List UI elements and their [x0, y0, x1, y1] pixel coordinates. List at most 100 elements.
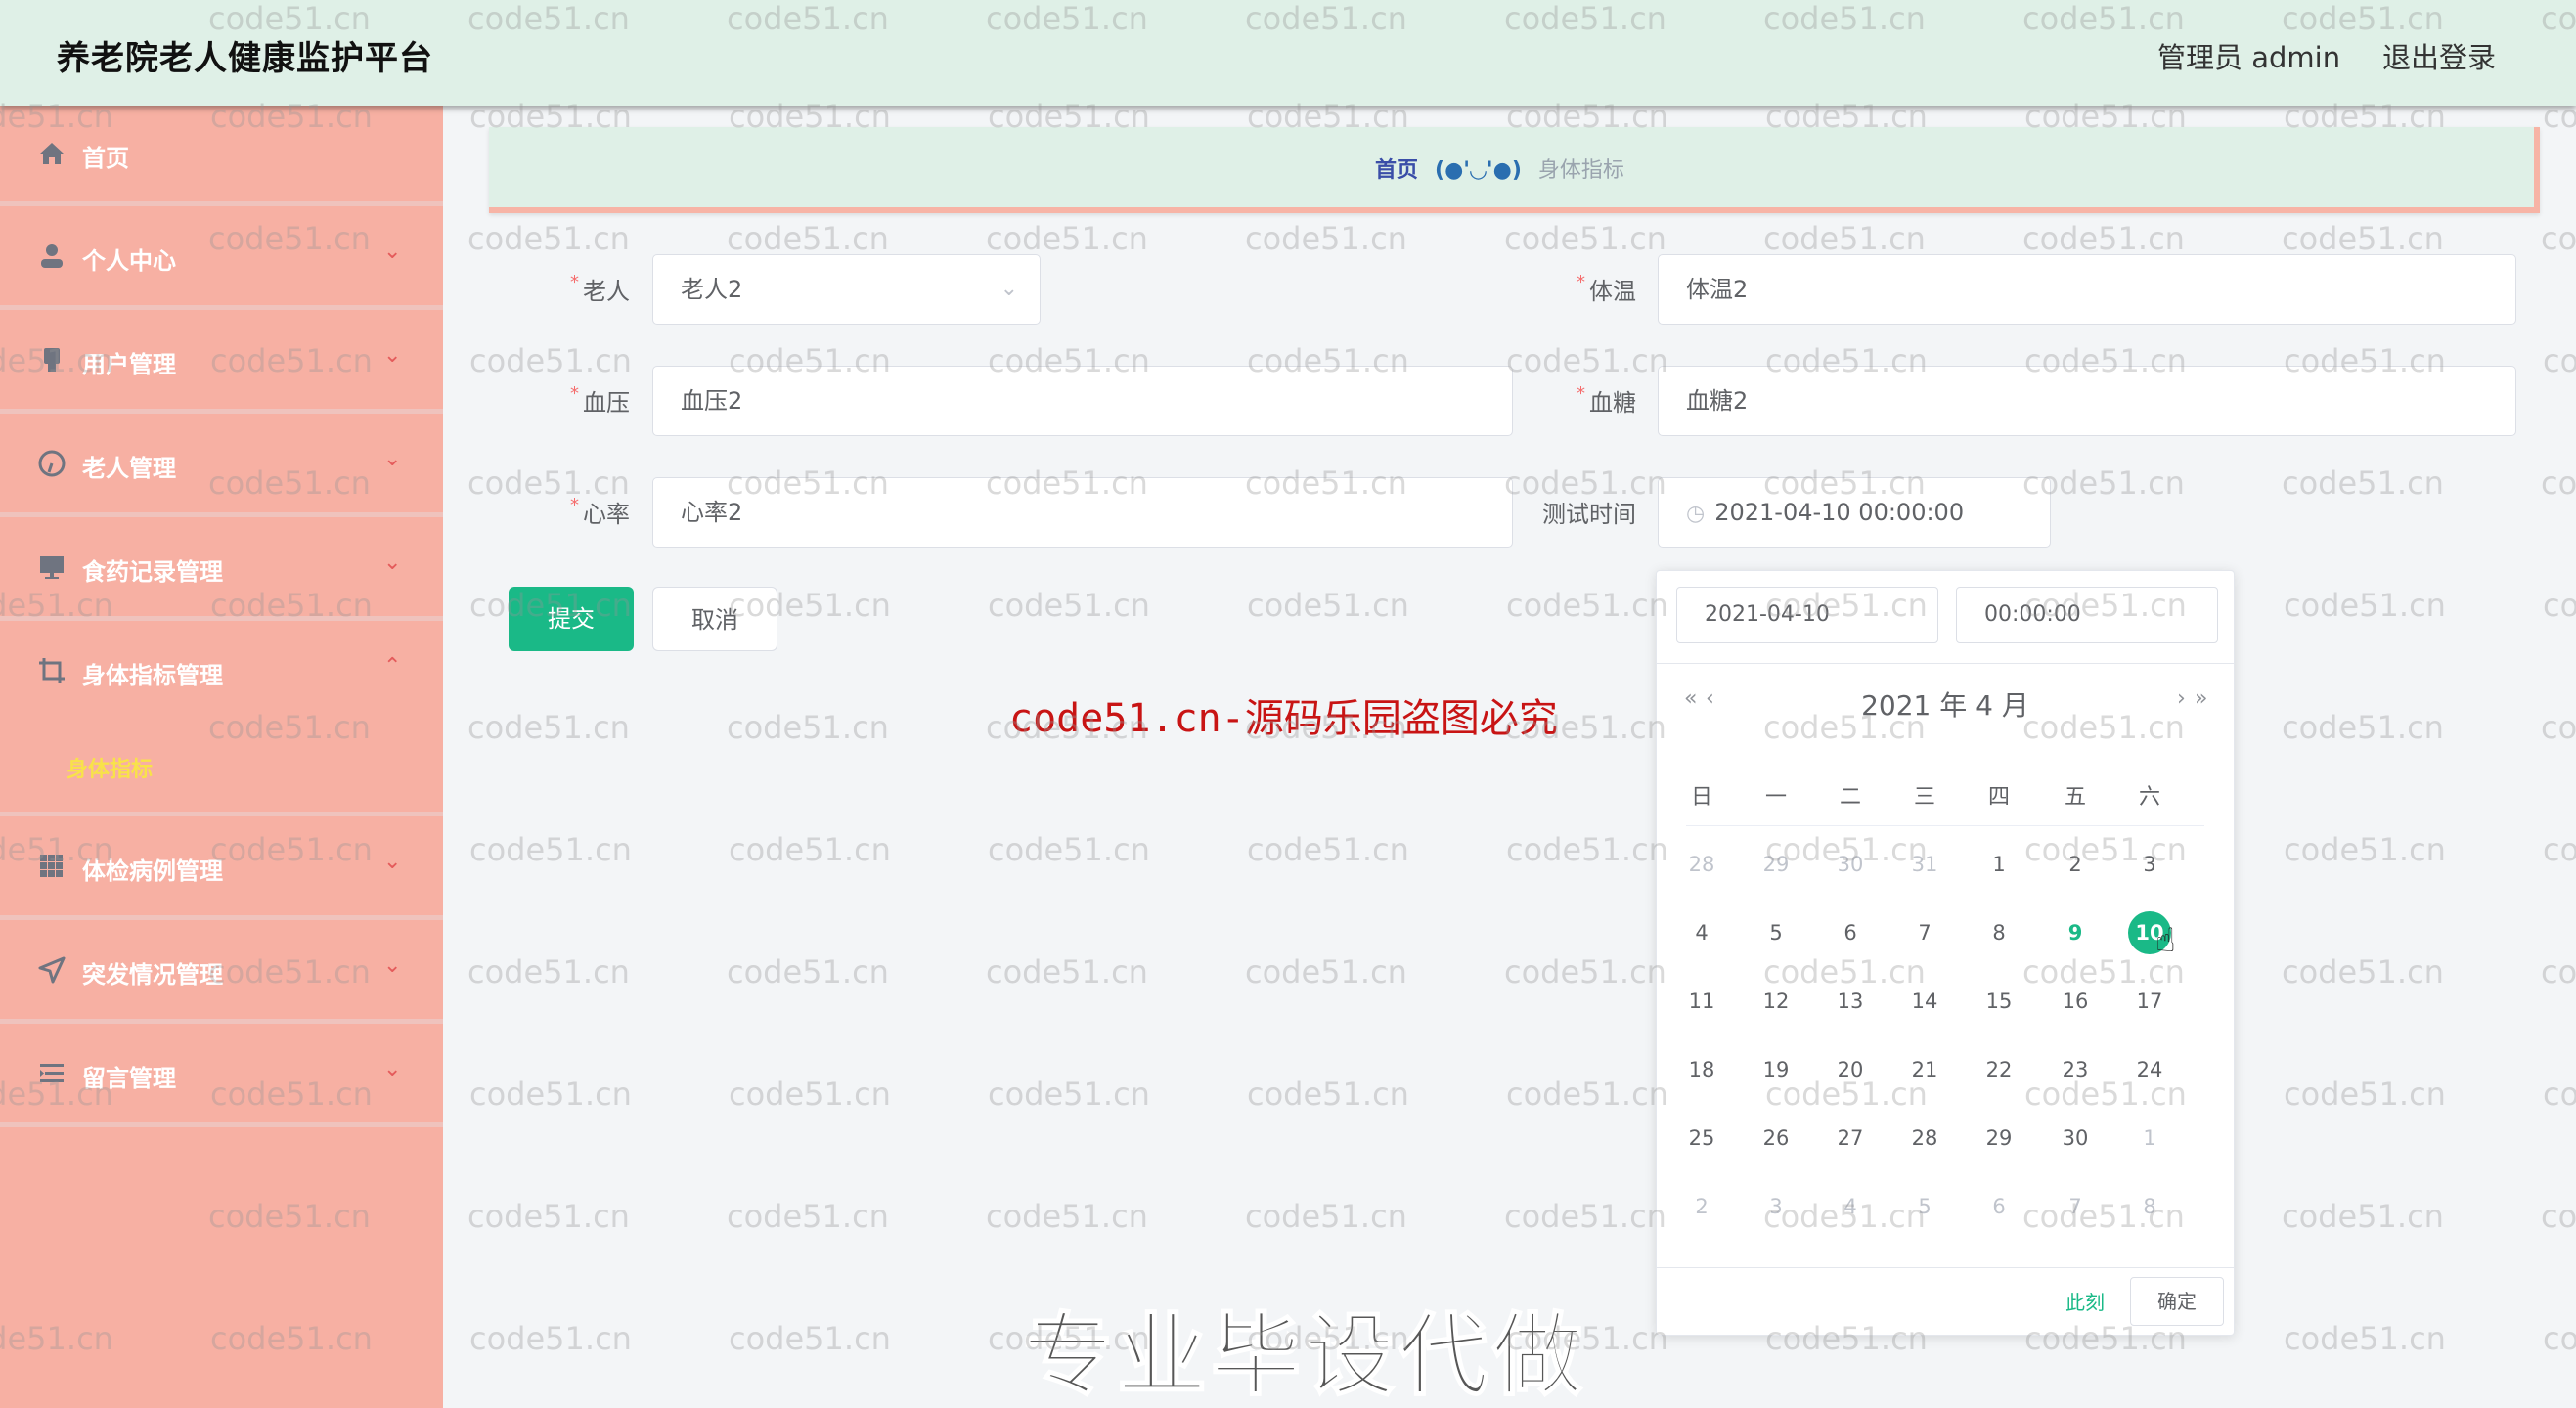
- sidebar-item-checkup-cases[interactable]: 体检病例管理 ⌄: [0, 816, 443, 920]
- list-icon: [37, 1059, 67, 1088]
- day-cell[interactable]: 14: [1903, 980, 1946, 1023]
- day-cell[interactable]: 25: [1680, 1117, 1723, 1160]
- day-cell[interactable]: 5: [1754, 911, 1798, 954]
- day-cell[interactable]: 2: [1680, 1185, 1723, 1228]
- watermark-text: code51.cn: [469, 1076, 632, 1113]
- day-cell[interactable]: 22: [1977, 1048, 2021, 1091]
- day-cell[interactable]: 28: [1903, 1117, 1946, 1160]
- day-cell[interactable]: 26: [1754, 1117, 1798, 1160]
- day-cell[interactable]: 1: [2128, 1117, 2171, 1160]
- weekday-header: 六: [2138, 785, 2160, 810]
- day-cell[interactable]: 11: [1680, 980, 1723, 1023]
- day-cell[interactable]: 4: [1829, 1185, 1872, 1228]
- test-time-input[interactable]: ◷ 2021-04-10 00:00:00: [1658, 477, 2051, 548]
- blood-pressure-input[interactable]: 血压2: [652, 366, 1513, 436]
- chevron-down-icon: ⌄: [383, 240, 402, 264]
- sidebar-item-emergencies[interactable]: 突发情况管理 ⌄: [0, 920, 443, 1024]
- day-cell[interactable]: 15: [1977, 980, 2021, 1023]
- crop-icon: [37, 656, 67, 685]
- day-cell[interactable]: 24: [2128, 1048, 2171, 1091]
- watermark-text: code51.cn: [2543, 342, 2576, 379]
- day-cell[interactable]: 30: [1829, 843, 1872, 886]
- day-cell[interactable]: 8: [1977, 911, 2021, 954]
- day-cell[interactable]: 17: [2128, 980, 2171, 1023]
- chevron-down-icon: ⌄: [999, 277, 1018, 301]
- required-mark: *: [1577, 383, 1585, 404]
- day-cell[interactable]: 7: [1903, 911, 1946, 954]
- confirm-button[interactable]: 确定: [2130, 1277, 2224, 1326]
- day-cell[interactable]: 21: [1903, 1048, 1946, 1091]
- watermark-text: code51.cn: [2541, 709, 2576, 746]
- next-year-button[interactable]: »: [2195, 686, 2207, 711]
- watermark-text: code51.cn: [729, 1320, 891, 1357]
- day-cell[interactable]: 4: [1680, 911, 1723, 954]
- watermark-text: code51.cn: [467, 953, 630, 990]
- breadcrumb-home[interactable]: 首页: [1375, 158, 1418, 183]
- sidebar-item-label: 身体指标管理: [82, 662, 223, 689]
- heart-rate-input[interactable]: 心率2: [652, 477, 1513, 548]
- chevron-down-icon: ⌄: [383, 1057, 402, 1081]
- picker-time-input[interactable]: 00:00:00: [1956, 587, 2218, 643]
- day-cell-today[interactable]: 9: [2054, 911, 2097, 954]
- day-cell[interactable]: 2: [2054, 843, 2097, 886]
- watermark-text: code51.cn: [1504, 953, 1666, 990]
- sidebar-item-messages[interactable]: 留言管理 ⌄: [0, 1024, 443, 1127]
- sidebar-item-user-management[interactable]: 用户管理 ⌄: [0, 310, 443, 414]
- watermark-text: code51.cn: [988, 587, 1150, 624]
- day-cell[interactable]: 6: [1977, 1185, 2021, 1228]
- monitor-icon: [37, 552, 67, 582]
- day-cell[interactable]: 28: [1680, 843, 1723, 886]
- day-cell[interactable]: 3: [1754, 1185, 1798, 1228]
- watermark-text: code51.cn: [2284, 1076, 2446, 1113]
- blood-pressure-label: * 血压: [570, 383, 630, 417]
- day-cell[interactable]: 12: [1754, 980, 1798, 1023]
- current-user-label: 管理员 admin: [2157, 41, 2341, 74]
- day-cell[interactable]: 6: [1829, 911, 1872, 954]
- watermark-text: code51.cn: [1506, 587, 1668, 624]
- next-month-button[interactable]: ›: [2177, 686, 2186, 711]
- day-cell[interactable]: 16: [2054, 980, 2097, 1023]
- watermark-text: code51.cn: [729, 831, 891, 868]
- watermark-text: code51.cn: [1247, 831, 1409, 868]
- day-cell[interactable]: 19: [1754, 1048, 1798, 1091]
- submenu-item-body-metrics[interactable]: 身体指标: [67, 752, 153, 783]
- day-cell[interactable]: 23: [2054, 1048, 2097, 1091]
- required-mark: *: [570, 495, 579, 515]
- day-cell[interactable]: 29: [1754, 843, 1798, 886]
- sidebar-item-label: 突发情况管理: [82, 961, 223, 989]
- day-cell[interactable]: 31: [1903, 843, 1946, 886]
- day-cell[interactable]: 8: [2128, 1185, 2171, 1228]
- temperature-input[interactable]: 体温2: [1658, 254, 2516, 325]
- day-cell[interactable]: 29: [1977, 1117, 2021, 1160]
- cancel-button[interactable]: 取消: [652, 587, 777, 651]
- watermark-text: code51.cn: [988, 1076, 1150, 1113]
- picker-month-title: 2021 年 4 月: [1861, 689, 2029, 722]
- dashboard-icon: [37, 449, 67, 478]
- watermark-text: code51.cn: [2282, 1198, 2444, 1235]
- submit-button[interactable]: 提交: [509, 587, 634, 651]
- day-cell[interactable]: 5: [1903, 1185, 1946, 1228]
- day-cell[interactable]: 20: [1829, 1048, 1872, 1091]
- day-cell[interactable]: 1: [1977, 843, 2021, 886]
- elder-select[interactable]: 老人2 ⌄: [652, 254, 1041, 325]
- day-cell[interactable]: 7: [2054, 1185, 2097, 1228]
- watermark-text: code51.cn: [2543, 831, 2576, 868]
- sidebar-item-personal-center[interactable]: 个人中心 ⌄: [0, 206, 443, 310]
- day-cell[interactable]: 3: [2128, 843, 2171, 886]
- sidebar-item-home[interactable]: 首页: [0, 106, 443, 206]
- day-cell[interactable]: 13: [1829, 980, 1872, 1023]
- required-mark: *: [570, 383, 579, 404]
- day-cell[interactable]: 27: [1829, 1117, 1872, 1160]
- watermark-text: code51.cn: [467, 1198, 630, 1235]
- sidebar-item-elder-management[interactable]: 老人管理 ⌄: [0, 414, 443, 517]
- watermark-text: code51.cn: [2282, 953, 2444, 990]
- chevron-down-icon: ⌄: [383, 953, 402, 978]
- day-cell[interactable]: 18: [1680, 1048, 1723, 1091]
- day-cell[interactable]: 30: [2054, 1117, 2097, 1160]
- sidebar-item-food-medicine-records[interactable]: 食药记录管理 ⌄: [0, 517, 443, 621]
- now-button[interactable]: 此刻: [2065, 1287, 2105, 1315]
- sidebar-item-body-metrics-management[interactable]: 身体指标管理 ⌃ 身体指标: [0, 621, 443, 816]
- logout-link[interactable]: 退出登录: [2382, 35, 2496, 76]
- blood-sugar-input[interactable]: 血糖2: [1658, 366, 2516, 436]
- picker-date-input[interactable]: 2021-04-10: [1676, 587, 1938, 643]
